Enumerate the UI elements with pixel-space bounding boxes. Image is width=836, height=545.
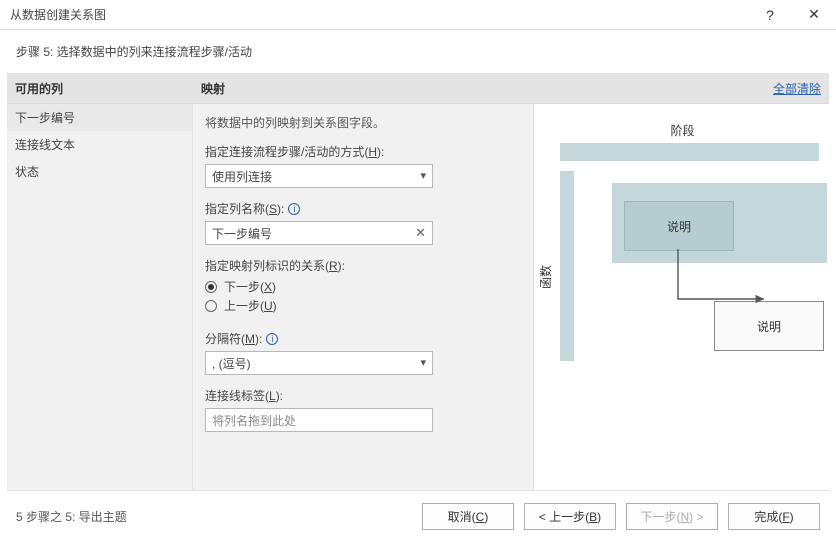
mapping-description: 将数据中的列映射到关系图字段。 — [205, 114, 521, 131]
info-icon[interactable]: i — [266, 333, 278, 345]
sidebar-item-next-step-id[interactable]: 下一步编号 — [7, 104, 192, 131]
help-icon: ? — [766, 7, 774, 23]
titlebar: 从数据创建关系图 ? ✕ — [0, 0, 836, 30]
sidebar: 可用的列 下一步编号 连接线文本 状态 — [7, 74, 193, 490]
preview-stage-label: 阶段 — [546, 122, 819, 139]
connector-label-drop[interactable]: 将列名拖到此处 — [205, 408, 433, 432]
clear-icon[interactable]: ✕ — [415, 225, 426, 241]
separator-value: , (逗号) — [212, 355, 251, 372]
separator-select[interactable]: , (逗号) ▾ — [205, 351, 433, 375]
chevron-down-icon: ▾ — [420, 169, 426, 182]
radio-prev[interactable]: 上一步(U) — [205, 297, 521, 314]
preview-box-1: 说明 — [624, 201, 734, 251]
connector-placeholder: 将列名拖到此处 — [212, 412, 296, 429]
preview-canvas: 说明 说明 — [584, 171, 819, 361]
content: 映射 全部清除 将数据中的列映射到关系图字段。 指定连接流程步骤/活动的方式(H… — [193, 74, 829, 490]
arrow-icon — [676, 247, 786, 317]
radio-icon — [205, 300, 217, 312]
radio-icon — [205, 281, 217, 293]
help-button[interactable]: ? — [748, 0, 792, 30]
relation-label: 指定映射列标识的关系(R): — [205, 257, 521, 274]
clear-all-link[interactable]: 全部清除 — [773, 80, 821, 97]
separator-label: 分隔符(M): i — [205, 330, 521, 347]
close-icon: ✕ — [808, 6, 820, 23]
colname-input[interactable]: 下一步编号 ✕ — [205, 221, 433, 245]
radio-next[interactable]: 下一步(X) — [205, 278, 521, 295]
cancel-button[interactable]: 取消(C) — [422, 503, 514, 530]
chevron-down-icon: ▾ — [420, 356, 426, 369]
finish-button[interactable]: 完成(F) — [728, 503, 820, 530]
sidebar-item-status[interactable]: 状态 — [7, 158, 192, 185]
content-header: 映射 全部清除 — [193, 74, 829, 104]
method-label: 指定连接流程步骤/活动的方式(H): — [205, 143, 521, 160]
method-value: 使用列连接 — [212, 168, 272, 185]
mapping-header: 映射 — [201, 80, 773, 97]
step-subtitle: 步骤 5: 选择数据中的列来连接流程步骤/活动 — [0, 30, 836, 73]
preview-side-rail — [560, 171, 574, 361]
connector-label: 连接线标签(L): — [205, 387, 521, 404]
method-select[interactable]: 使用列连接 ▾ — [205, 164, 433, 188]
footer-status: 5 步骤之 5: 导出主题 — [16, 508, 412, 525]
window-title: 从数据创建关系图 — [10, 6, 748, 23]
preview-stage-bar — [560, 143, 819, 161]
form-column: 将数据中的列映射到关系图字段。 指定连接流程步骤/活动的方式(H): 使用列连接… — [193, 104, 533, 490]
footer: 5 步骤之 5: 导出主题 取消(C) < 上一步(B) 下一步(N) > 完成… — [0, 491, 836, 542]
back-button[interactable]: < 上一步(B) — [524, 503, 616, 530]
sidebar-item-connector-text[interactable]: 连接线文本 — [7, 131, 192, 158]
main-area: 可用的列 下一步编号 连接线文本 状态 映射 全部清除 将数据中的列映射到关系图… — [7, 73, 829, 491]
sidebar-header: 可用的列 — [7, 74, 192, 104]
close-button[interactable]: ✕ — [792, 0, 836, 30]
info-icon[interactable]: i — [288, 203, 300, 215]
colname-label: 指定列名称(S): i — [205, 200, 521, 217]
next-button: 下一步(N) > — [626, 503, 718, 530]
colname-value: 下一步编号 — [212, 225, 272, 242]
preview-pane: 阶段 函数 说明 说明 — [533, 104, 829, 490]
preview-function-label: 函数 — [537, 229, 554, 289]
